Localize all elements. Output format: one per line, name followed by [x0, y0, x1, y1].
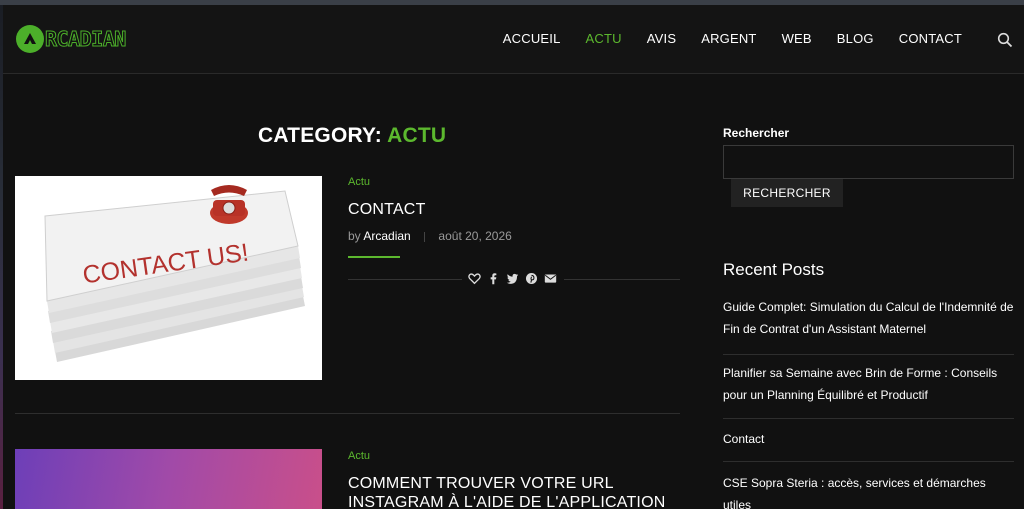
search-submit-button[interactable]: RECHERCHER	[731, 179, 843, 207]
post-thumbnail[interactable]: CONTACT US!	[15, 176, 322, 380]
nav-item-blog[interactable]: BLOG	[837, 31, 874, 46]
search-widget-label: Rechercher	[723, 126, 790, 140]
nav-item-accueil[interactable]: ACCUEIL	[503, 31, 561, 46]
post-divider	[15, 413, 680, 414]
share-line-left	[348, 279, 462, 280]
site-logo[interactable]: RCADIAN	[16, 25, 127, 53]
logo-text: RCADIAN	[45, 27, 127, 52]
meta-separator	[424, 231, 426, 242]
share-line-right	[564, 279, 680, 280]
recent-post-link[interactable]: Planifier sa Semaine avec Brin de Forme …	[723, 362, 1014, 406]
main-nav: ACCUEIL ACTU AVIS ARGENT WEB BLOG CONTAC…	[478, 31, 962, 46]
recent-post-separator	[723, 354, 1014, 355]
search-icon[interactable]	[997, 32, 1013, 48]
heart-icon[interactable]	[468, 272, 481, 285]
post-title[interactable]: COMMENT TROUVER VOTRE URL INSTAGRAM À L'…	[348, 474, 688, 509]
facebook-icon[interactable]	[487, 272, 500, 285]
post-author[interactable]: Arcadian	[363, 229, 410, 243]
twitter-icon[interactable]	[506, 272, 519, 285]
page-title-prefix: CATEGORY:	[258, 124, 382, 147]
post-title[interactable]: CONTACT	[348, 200, 688, 219]
meta-by: by	[348, 229, 361, 243]
nav-item-actu[interactable]: ACTU	[586, 31, 622, 46]
recent-post-separator	[723, 418, 1014, 419]
post-category[interactable]: Actu	[348, 450, 370, 462]
page-title-category: ACTU	[387, 124, 447, 147]
search-input[interactable]	[723, 145, 1014, 179]
arcadian-logo-icon	[16, 25, 44, 53]
telephone-icon	[210, 185, 248, 224]
post-date: août 20, 2026	[438, 229, 512, 243]
desktop-edge	[0, 5, 3, 509]
share-bar	[348, 272, 680, 286]
nav-item-web[interactable]: WEB	[782, 31, 812, 46]
site-header: RCADIAN ACCUEIL ACTU AVIS ARGENT WEB BLO…	[3, 5, 1024, 74]
page-title: CATEGORY: ACTU	[258, 124, 446, 148]
post-card: Actu COMMENT TROUVER VOTRE URL INSTAGRAM…	[15, 449, 680, 509]
title-underline	[348, 256, 400, 258]
post-meta: by Arcadian août 20, 2026	[348, 229, 512, 243]
post-card: CONTACT US! Actu CONTACT by Arcadian aoû…	[15, 176, 680, 386]
recent-post-separator	[723, 461, 1014, 462]
recent-post-link[interactable]: Guide Complet: Simulation du Calcul de l…	[723, 296, 1014, 340]
email-icon[interactable]	[544, 272, 557, 285]
recent-post-link[interactable]: Contact	[723, 428, 1014, 450]
nav-item-avis[interactable]: AVIS	[647, 31, 676, 46]
nav-item-argent[interactable]: ARGENT	[701, 31, 756, 46]
nav-item-contact[interactable]: CONTACT	[899, 31, 962, 46]
share-icons	[468, 272, 557, 285]
pinterest-icon[interactable]	[525, 272, 538, 285]
post-category[interactable]: Actu	[348, 176, 370, 188]
post-thumbnail[interactable]	[15, 449, 322, 509]
recent-post-link[interactable]: CSE Sopra Steria : accès, services et dé…	[723, 472, 1014, 509]
recent-posts-title: Recent Posts	[723, 260, 825, 279]
